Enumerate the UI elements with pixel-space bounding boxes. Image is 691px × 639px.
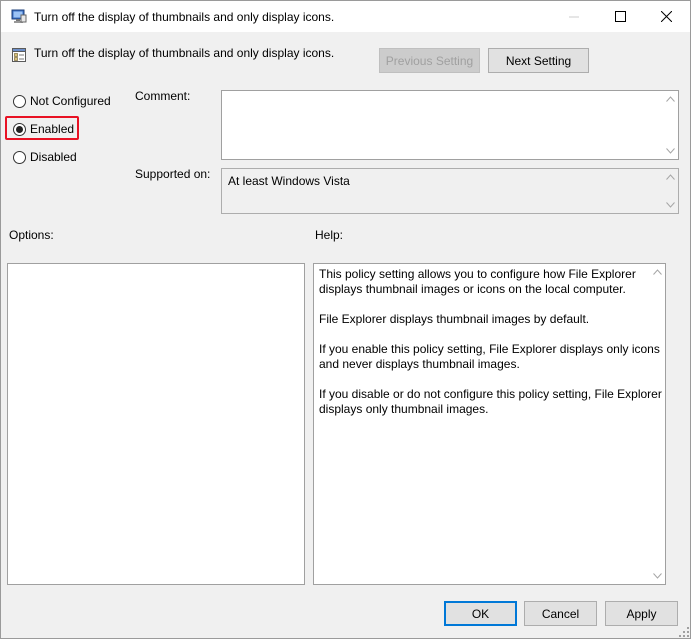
scroll-down-icon[interactable]: [665, 147, 675, 155]
help-paragraph: File Explorer displays thumbnail images …: [319, 312, 590, 326]
window-title: Turn off the display of thumbnails and o…: [34, 10, 335, 24]
policy-setting-icon: [12, 48, 26, 62]
enabled-radio[interactable]: Enabled: [13, 121, 74, 137]
radio-circle: [13, 150, 26, 164]
resize-grip-icon[interactable]: [678, 626, 690, 638]
comment-label: Comment:: [135, 89, 191, 103]
next-setting-label: Next Setting: [505, 53, 572, 68]
disabled-radio[interactable]: Disabled: [13, 149, 77, 165]
options-panel: [7, 263, 305, 585]
help-paragraph: If you disable or do not configure this …: [319, 387, 662, 416]
title-bar[interactable]: Turn off the display of thumbnails and o…: [1, 1, 690, 32]
radio-circle: [13, 94, 26, 108]
cancel-button[interactable]: Cancel: [524, 601, 597, 626]
previous-setting-button[interactable]: Previous Setting: [379, 48, 480, 73]
enabled-label: Enabled: [30, 122, 75, 136]
minimize-button[interactable]: [551, 1, 597, 32]
scroll-down-icon[interactable]: [652, 572, 662, 580]
apply-button[interactable]: Apply: [605, 601, 678, 626]
disabled-label: Disabled: [30, 150, 77, 164]
not-configured-radio[interactable]: Not Configured: [13, 93, 111, 109]
policy-dialog: Turn off the display of thumbnails and o…: [0, 0, 691, 639]
close-button[interactable]: [643, 1, 689, 32]
supported-on-label: Supported on:: [135, 167, 211, 181]
policy-app-icon: [11, 9, 27, 23]
scroll-down-icon[interactable]: [665, 201, 675, 209]
policy-name: Turn off the display of thumbnails and o…: [34, 46, 335, 60]
help-paragraph: If you enable this policy setting, File …: [319, 342, 660, 371]
radio-circle-checked: [13, 122, 26, 136]
apply-label: Apply: [626, 606, 657, 621]
maximize-button[interactable]: [597, 1, 643, 32]
close-icon: [660, 11, 672, 22]
supported-on-field: At least Windows Vista: [221, 168, 679, 214]
scroll-up-icon[interactable]: [665, 173, 675, 181]
help-paragraph: This policy setting allows you to config…: [319, 267, 636, 296]
scroll-up-icon[interactable]: [665, 95, 675, 103]
options-label: Options:: [9, 228, 54, 242]
scroll-up-icon[interactable]: [652, 268, 662, 276]
help-text: This policy setting allows you to config…: [319, 267, 664, 432]
cancel-label: Cancel: [541, 606, 580, 621]
ok-label: OK: [471, 606, 490, 621]
maximize-icon: [614, 11, 626, 22]
not-configured-label: Not Configured: [30, 94, 111, 108]
help-panel: This policy setting allows you to config…: [313, 263, 666, 585]
help-label: Help:: [315, 228, 344, 242]
next-setting-button[interactable]: Next Setting: [488, 48, 589, 73]
supported-on-value: At least Windows Vista: [228, 174, 350, 188]
comment-textarea[interactable]: [221, 90, 679, 160]
minimize-icon: [569, 16, 579, 17]
previous-setting-label: Previous Setting: [385, 53, 474, 68]
ok-button[interactable]: OK: [444, 601, 517, 626]
